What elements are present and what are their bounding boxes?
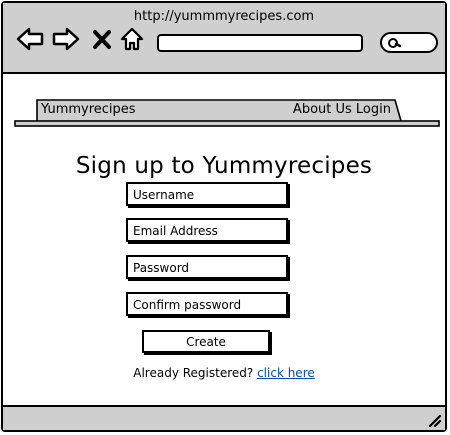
about-us-link[interactable]: About Us <box>293 102 352 117</box>
browser-window: http://yummmyrecipes.com Yummyrecipes Ab… <box>1 1 447 432</box>
search-icon <box>387 37 401 49</box>
login-link[interactable]: Login <box>356 102 391 117</box>
close-icon[interactable] <box>91 26 113 52</box>
already-registered-line: Already Registered? click here <box>3 366 445 380</box>
confirm-password-input[interactable] <box>128 295 286 315</box>
nav-links: About Us Login <box>293 102 391 117</box>
username-input[interactable] <box>128 185 286 205</box>
forward-arrow-icon[interactable] <box>52 26 80 52</box>
already-registered-text: Already Registered? <box>133 366 254 380</box>
site-brand[interactable]: Yummyrecipes <box>41 102 136 117</box>
click-here-link[interactable]: click here <box>257 366 315 380</box>
resize-grip-icon[interactable] <box>426 412 442 428</box>
browser-search-box[interactable] <box>380 32 438 53</box>
password-input[interactable] <box>128 258 286 278</box>
url-caption: http://yummmyrecipes.com <box>133 9 315 24</box>
password-field <box>126 255 288 279</box>
back-arrow-icon[interactable] <box>16 26 44 52</box>
site-navbar: Yummyrecipes About Us Login <box>13 98 441 130</box>
browser-toolbar: http://yummmyrecipes.com <box>3 3 445 74</box>
page-title: Sign up to Yummyrecipes <box>75 153 373 179</box>
username-field <box>126 182 288 206</box>
confirm-password-field <box>126 292 288 316</box>
home-icon[interactable] <box>119 26 145 52</box>
email-input[interactable] <box>128 221 286 241</box>
email-field <box>126 218 288 242</box>
create-button[interactable]: Create <box>142 330 270 353</box>
address-bar-input[interactable] <box>157 34 363 52</box>
browser-status-bar <box>3 405 445 430</box>
